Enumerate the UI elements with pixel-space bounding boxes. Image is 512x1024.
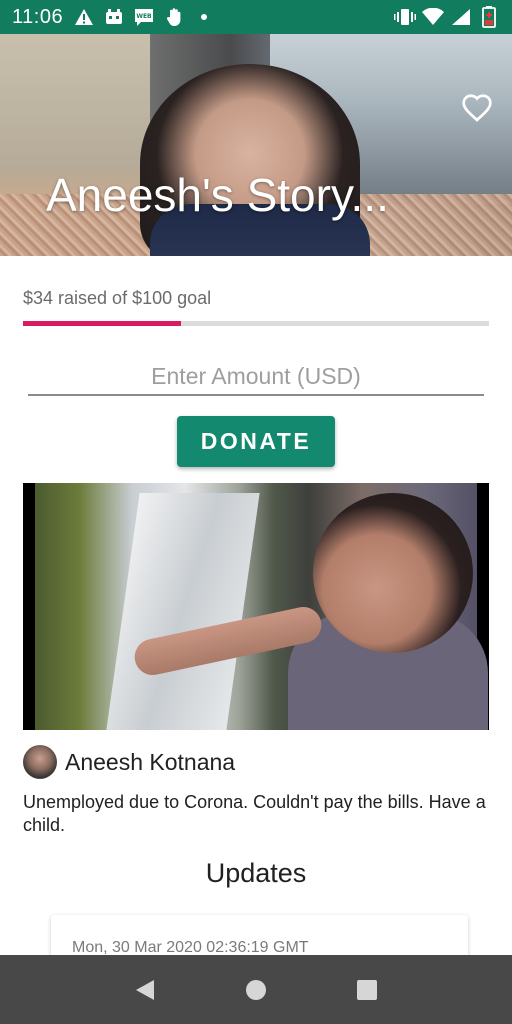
story-description: Unemployed due to Corona. Couldn't pay t… (23, 792, 486, 835)
battery-low-icon (478, 6, 500, 28)
status-bar: 11:06 WEB (0, 0, 512, 34)
status-time: 11:06 (12, 5, 64, 28)
story-photo (23, 483, 489, 730)
recents-icon[interactable] (347, 970, 387, 1010)
story-author: Aneesh Kotnana (23, 745, 235, 779)
story-hero-image: Aneesh's Story... (0, 34, 512, 256)
avatar (23, 745, 57, 779)
fundraising-progress-bar (23, 321, 489, 326)
signal-icon (450, 7, 472, 27)
fundraising-progress-fill (23, 321, 182, 326)
bot-icon (103, 7, 125, 27)
system-icons (394, 6, 500, 28)
webtoon-icon: WEB (133, 7, 155, 27)
donation-amount-input[interactable] (28, 358, 484, 396)
favorite-heart-icon[interactable] (460, 92, 496, 126)
back-icon[interactable] (125, 970, 165, 1010)
system-nav-bar (0, 955, 512, 1024)
story-photo-person-head (313, 493, 473, 653)
alert-icon (73, 7, 95, 27)
dot-icon (193, 7, 215, 27)
home-icon[interactable] (236, 970, 276, 1010)
story-title: Aneesh's Story... (46, 169, 389, 221)
wifi-icon (422, 7, 444, 27)
author-name: Aneesh Kotnana (65, 748, 236, 775)
donate-button[interactable]: DONATE (177, 416, 335, 467)
raised-amount-text: $34 raised of $100 goal (23, 288, 212, 308)
notification-icons: WEB (73, 7, 215, 27)
svg-text:WEB: WEB (136, 13, 152, 20)
hand-icon (163, 7, 185, 27)
vibrate-icon (394, 7, 416, 27)
updates-heading: Updates (205, 858, 307, 888)
